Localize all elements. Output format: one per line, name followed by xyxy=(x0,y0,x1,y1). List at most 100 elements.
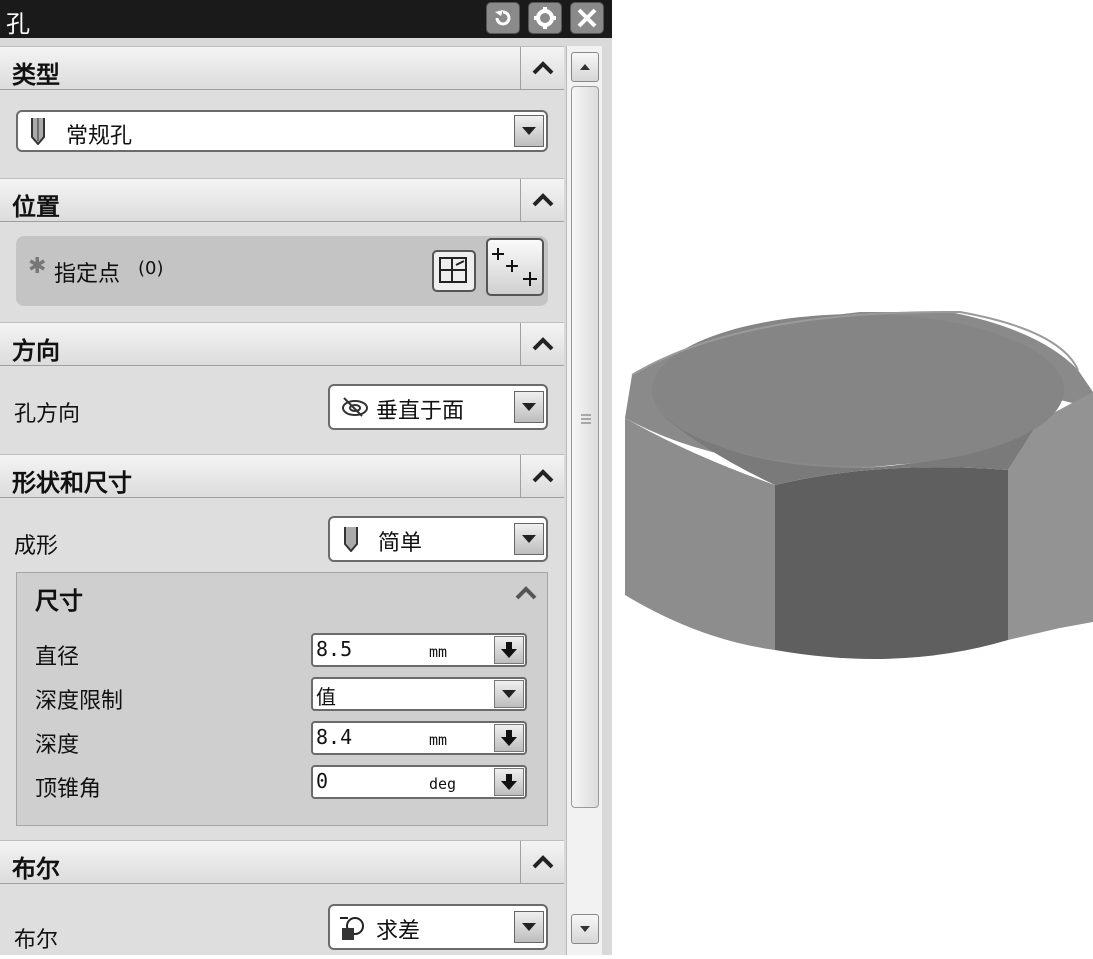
close-button[interactable] xyxy=(570,2,604,34)
chevron-down-icon xyxy=(522,403,536,411)
boolean-subtract-icon xyxy=(340,917,364,940)
depth-unit: mm xyxy=(429,731,448,749)
dropdown-arrow[interactable] xyxy=(494,680,524,708)
depth-limit-value: 值 xyxy=(316,685,336,709)
scroll-up-button[interactable] xyxy=(571,52,599,82)
hole-dialog: 孔 类型 常规孔 位置 ✱ 指定点 (0) 方向 孔方向 垂直于面 形状和尺寸 … xyxy=(0,0,612,955)
dropdown-arrow[interactable] xyxy=(514,391,544,423)
section-shape-header[interactable]: 形状和尺寸 xyxy=(0,454,564,498)
collapse-button[interactable] xyxy=(520,841,564,883)
point-count: (0) xyxy=(138,258,164,279)
form-dropdown[interactable]: 简单 xyxy=(328,516,548,562)
boolean-label: 布尔 xyxy=(14,928,59,953)
form-label: 成形 xyxy=(14,534,59,559)
dimensions-title: 尺寸 xyxy=(35,586,83,615)
sketch-section-button[interactable] xyxy=(432,250,476,292)
dropdown-arrow[interactable] xyxy=(514,115,544,147)
tip-angle-label: 顶锥角 xyxy=(35,777,102,802)
sketch-icon xyxy=(439,257,467,283)
depth-limit-dropdown[interactable]: 值 xyxy=(311,677,527,711)
section-shape-body: 成形 简单 尺寸 直径 8.5 mm 深度限制 值 深度 8.4 mm 顶锥角 … xyxy=(0,498,564,840)
section-boolean-body: 布尔 求差 xyxy=(0,884,564,955)
section-title: 形状和尺寸 xyxy=(12,468,132,497)
required-asterisk-icon: ✱ xyxy=(28,254,47,279)
hole-type-value: 常规孔 xyxy=(66,124,133,149)
settings-button[interactable] xyxy=(528,2,562,34)
dimensions-group: 尺寸 直径 8.5 mm 深度限制 值 深度 8.4 mm 顶锥角 0 deg xyxy=(16,572,548,826)
tip-angle-options-button[interactable] xyxy=(494,768,524,796)
depth-options-button[interactable] xyxy=(494,724,524,752)
hole-tool-icon xyxy=(31,118,45,145)
normal-to-face-icon xyxy=(342,397,368,417)
graphics-viewport[interactable] xyxy=(612,0,1093,955)
down-arrow-icon xyxy=(501,642,517,658)
depth-label: 深度 xyxy=(35,733,80,758)
hex-nut-model[interactable] xyxy=(612,0,1093,955)
section-title: 布尔 xyxy=(12,854,60,883)
hole-direction-value: 垂直于面 xyxy=(376,399,465,424)
chevron-up-icon xyxy=(532,469,553,483)
scroll-up-icon xyxy=(580,64,590,70)
hole-direction-dropdown[interactable]: 垂直于面 xyxy=(328,384,548,430)
specify-point-label: 指定点 xyxy=(54,262,121,287)
boolean-dropdown[interactable]: 求差 xyxy=(328,904,548,950)
tip-angle-field[interactable]: 0 deg xyxy=(311,765,527,799)
dropdown-arrow[interactable] xyxy=(514,523,544,555)
chevron-down-icon xyxy=(522,535,536,543)
collapse-button[interactable] xyxy=(520,47,564,89)
depth-field[interactable]: 8.4 mm xyxy=(311,721,527,755)
collapse-button[interactable] xyxy=(520,455,564,497)
depth-limit-label: 深度限制 xyxy=(35,689,124,714)
diameter-field[interactable]: 8.5 mm xyxy=(311,633,527,667)
reset-icon xyxy=(495,10,511,26)
section-title: 类型 xyxy=(12,60,60,89)
diameter-options-button[interactable] xyxy=(494,636,524,664)
scrollbar-thumb[interactable] xyxy=(571,86,599,808)
section-title: 位置 xyxy=(12,192,60,221)
diameter-label: 直径 xyxy=(35,645,80,670)
boolean-value: 求差 xyxy=(376,919,421,944)
chevron-up-icon xyxy=(532,193,553,207)
collapse-button[interactable] xyxy=(520,323,564,365)
chevron-down-icon xyxy=(522,127,536,135)
title-bar: 孔 xyxy=(0,0,612,38)
section-boolean-header[interactable]: 布尔 xyxy=(0,840,564,884)
section-direction-header[interactable]: 方向 xyxy=(0,322,564,366)
section-position-body: ✱ 指定点 (0) xyxy=(0,222,564,322)
diameter-unit: mm xyxy=(429,643,448,661)
scroll-down-icon xyxy=(580,926,590,932)
tip-angle-value: 0 xyxy=(316,769,329,793)
down-arrow-icon xyxy=(501,730,517,746)
vertical-scrollbar[interactable] xyxy=(566,46,602,955)
gear-icon xyxy=(534,7,556,29)
hole-type-dropdown[interactable]: 常规孔 xyxy=(16,110,548,152)
section-direction-body: 孔方向 垂直于面 xyxy=(0,366,564,454)
dropdown-arrow[interactable] xyxy=(514,911,544,943)
hole-direction-label: 孔方向 xyxy=(14,402,81,427)
form-value: 简单 xyxy=(378,531,423,556)
point-dialog-button[interactable] xyxy=(486,238,544,296)
chevron-down-icon xyxy=(522,923,536,931)
section-type-body: 常规孔 xyxy=(0,90,564,178)
collapse-button[interactable] xyxy=(515,585,537,604)
close-icon xyxy=(577,8,597,28)
specify-point-row[interactable]: ✱ 指定点 (0) xyxy=(16,236,548,306)
reset-button[interactable] xyxy=(486,2,520,34)
chevron-up-icon xyxy=(515,586,537,600)
down-arrow-icon xyxy=(501,774,517,790)
tip-angle-unit: deg xyxy=(429,775,457,793)
dialog-content: 类型 常规孔 位置 ✱ 指定点 (0) 方向 孔方向 垂直于面 形状和尺寸 成形… xyxy=(0,46,564,955)
section-type-header[interactable]: 类型 xyxy=(0,46,564,90)
point-constructor-icon xyxy=(492,248,537,286)
section-position-header[interactable]: 位置 xyxy=(0,178,564,222)
hole-tool-icon xyxy=(344,527,358,552)
chevron-up-icon xyxy=(532,855,553,869)
chevron-up-icon xyxy=(532,337,553,351)
collapse-button[interactable] xyxy=(520,179,564,221)
chevron-down-icon xyxy=(502,690,516,698)
diameter-value: 8.5 xyxy=(316,637,353,661)
grip-icon xyxy=(581,414,591,424)
chevron-up-icon xyxy=(532,61,553,75)
dialog-title: 孔 xyxy=(6,10,30,38)
scroll-down-button[interactable] xyxy=(571,914,599,944)
